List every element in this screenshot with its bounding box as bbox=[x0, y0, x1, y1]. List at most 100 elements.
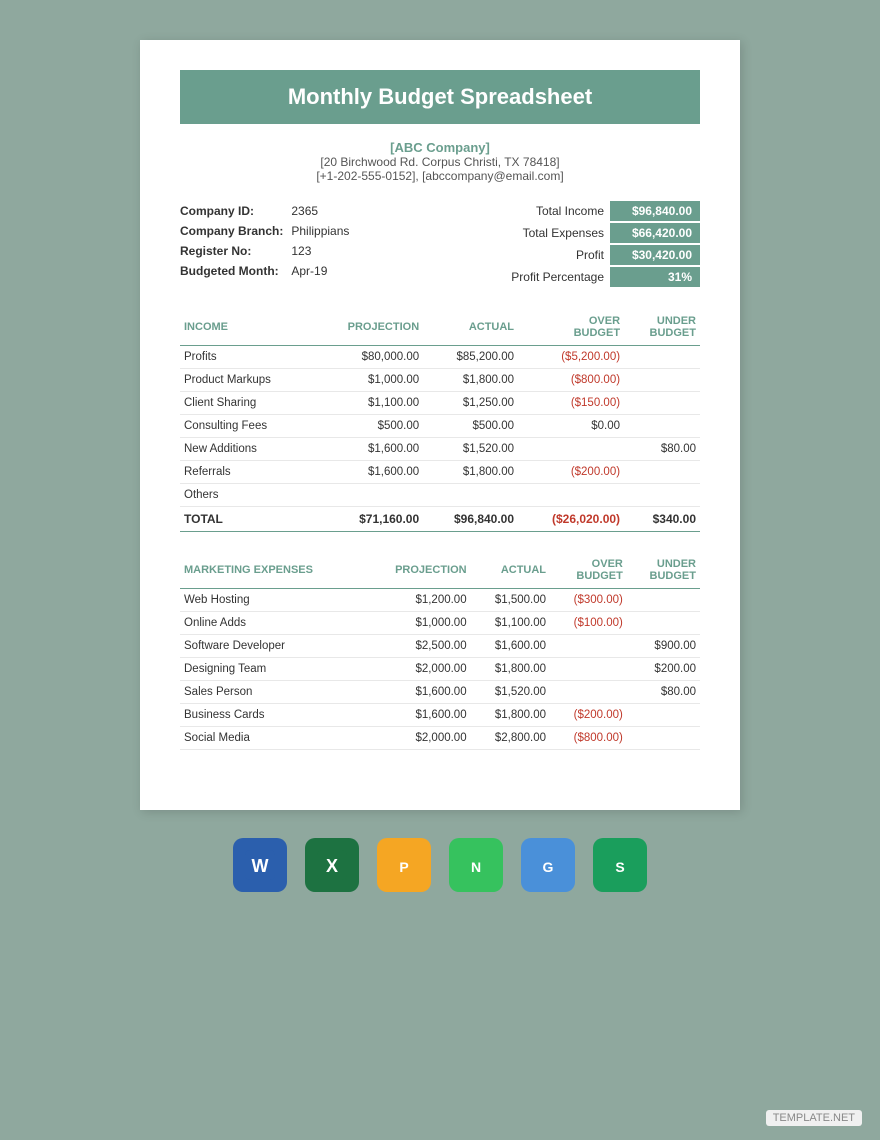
income-table-row: Client Sharing $1,100.00 $1,250.00 ($150… bbox=[180, 392, 700, 415]
profit-pct-value: 31% bbox=[610, 267, 700, 287]
income-table-row: Others bbox=[180, 484, 700, 507]
income-row-name: Product Markups bbox=[180, 369, 312, 392]
gdocs-icon[interactable]: G bbox=[521, 838, 575, 892]
svg-text:X: X bbox=[326, 856, 338, 876]
excel-icon[interactable]: X bbox=[305, 838, 359, 892]
pages-icon[interactable]: P bbox=[377, 838, 431, 892]
mkt-row-projection: $2,500.00 bbox=[364, 635, 471, 658]
mkt-row-name: Designing Team bbox=[180, 658, 364, 681]
income-row-over bbox=[518, 484, 624, 507]
mkt-row-name: Online Adds bbox=[180, 612, 364, 635]
income-row-under bbox=[624, 369, 700, 392]
marketing-table-row: Online Adds $1,000.00 $1,100.00 ($100.00… bbox=[180, 612, 700, 635]
total-expenses-row: Total Expenses $66,420.00 bbox=[523, 223, 700, 243]
income-row-over: $0.00 bbox=[518, 415, 624, 438]
mkt-row-name: Software Developer bbox=[180, 635, 364, 658]
marketing-table-row: Social Media $2,000.00 $2,800.00 ($800.0… bbox=[180, 727, 700, 750]
profit-label: Profit bbox=[576, 248, 604, 262]
income-row-projection: $1,000.00 bbox=[312, 369, 423, 392]
mkt-row-over: ($300.00) bbox=[550, 589, 627, 612]
income-row-projection: $1,100.00 bbox=[312, 392, 423, 415]
income-table-row: Referrals $1,600.00 $1,800.00 ($200.00) bbox=[180, 461, 700, 484]
income-table-row: New Additions $1,600.00 $1,520.00 $80.00 bbox=[180, 438, 700, 461]
register-no-value: 123 bbox=[291, 241, 357, 261]
mkt-row-actual: $1,500.00 bbox=[471, 589, 550, 612]
income-row-name: Client Sharing bbox=[180, 392, 312, 415]
profit-value: $30,420.00 bbox=[610, 245, 700, 265]
income-row-under bbox=[624, 346, 700, 369]
income-row-over bbox=[518, 438, 624, 461]
mkt-row-over: ($200.00) bbox=[550, 704, 627, 727]
company-details-left: Company ID: 2365 Company Branch: Philipp… bbox=[180, 201, 357, 287]
word-icon[interactable]: W bbox=[233, 838, 287, 892]
mkt-row-projection: $1,000.00 bbox=[364, 612, 471, 635]
summary-right: Total Income $96,840.00 Total Expenses $… bbox=[511, 201, 700, 287]
mkt-row-over: ($100.00) bbox=[550, 612, 627, 635]
total-income-row: Total Income $96,840.00 bbox=[536, 201, 700, 221]
mkt-row-projection: $2,000.00 bbox=[364, 727, 471, 750]
income-row-actual: $85,200.00 bbox=[423, 346, 518, 369]
mkt-projection-col-header: PROJECTION bbox=[364, 552, 471, 589]
income-row-actual: $1,520.00 bbox=[423, 438, 518, 461]
marketing-col-header: MARKETING EXPENSES bbox=[180, 552, 364, 589]
income-row-projection: $80,000.00 bbox=[312, 346, 423, 369]
mkt-row-actual: $1,520.00 bbox=[471, 681, 550, 704]
gsheets-icon[interactable]: S bbox=[593, 838, 647, 892]
projection-col-header: PROJECTION bbox=[312, 309, 423, 346]
over-budget-col-header: OVERBUDGET bbox=[518, 309, 624, 346]
mkt-row-under bbox=[627, 704, 700, 727]
income-row-projection: $1,600.00 bbox=[312, 461, 423, 484]
document-page: Monthly Budget Spreadsheet [ABC Company]… bbox=[140, 40, 740, 810]
marketing-table: MARKETING EXPENSES PROJECTION ACTUAL OVE… bbox=[180, 552, 700, 750]
total-income-value: $96,840.00 bbox=[610, 201, 700, 221]
mkt-row-over bbox=[550, 681, 627, 704]
numbers-icon[interactable]: N bbox=[449, 838, 503, 892]
income-total-actual: $96,840.00 bbox=[423, 507, 518, 532]
mkt-row-actual: $1,100.00 bbox=[471, 612, 550, 635]
svg-text:N: N bbox=[471, 859, 481, 875]
marketing-table-row: Sales Person $1,600.00 $1,520.00 $80.00 bbox=[180, 681, 700, 704]
income-row-projection bbox=[312, 484, 423, 507]
income-total-projection: $71,160.00 bbox=[312, 507, 423, 532]
mkt-row-name: Social Media bbox=[180, 727, 364, 750]
mkt-row-over: ($800.00) bbox=[550, 727, 627, 750]
income-row-projection: $500.00 bbox=[312, 415, 423, 438]
income-row-under: $80.00 bbox=[624, 438, 700, 461]
svg-text:S: S bbox=[615, 859, 624, 875]
svg-text:W: W bbox=[252, 856, 269, 876]
marketing-table-row: Designing Team $2,000.00 $1,800.00 $200.… bbox=[180, 658, 700, 681]
income-row-over: ($5,200.00) bbox=[518, 346, 624, 369]
mkt-row-name: Web Hosting bbox=[180, 589, 364, 612]
company-id-value: 2365 bbox=[291, 201, 357, 221]
mkt-row-actual: $2,800.00 bbox=[471, 727, 550, 750]
profit-row: Profit $30,420.00 bbox=[576, 245, 700, 265]
income-row-projection: $1,600.00 bbox=[312, 438, 423, 461]
mkt-row-under bbox=[627, 589, 700, 612]
mkt-row-projection: $2,000.00 bbox=[364, 658, 471, 681]
total-expenses-label: Total Expenses bbox=[523, 226, 604, 240]
company-contact: [+1-202-555-0152], [abccompany@email.com… bbox=[180, 169, 700, 183]
total-expenses-value: $66,420.00 bbox=[610, 223, 700, 243]
mkt-row-over bbox=[550, 658, 627, 681]
mkt-row-under bbox=[627, 612, 700, 635]
marketing-table-row: Software Developer $2,500.00 $1,600.00 $… bbox=[180, 635, 700, 658]
mkt-under-col-header: UNDERBUDGET bbox=[627, 552, 700, 589]
mkt-row-under: $80.00 bbox=[627, 681, 700, 704]
income-row-over: ($150.00) bbox=[518, 392, 624, 415]
income-table-row: Product Markups $1,000.00 $1,800.00 ($80… bbox=[180, 369, 700, 392]
document-title: Monthly Budget Spreadsheet bbox=[180, 70, 700, 124]
income-row-name: New Additions bbox=[180, 438, 312, 461]
mkt-row-projection: $1,200.00 bbox=[364, 589, 471, 612]
mkt-row-over bbox=[550, 635, 627, 658]
income-row-under bbox=[624, 392, 700, 415]
company-info: [ABC Company] [20 Birchwood Rd. Corpus C… bbox=[180, 140, 700, 183]
company-branch-value: Philippians bbox=[291, 221, 357, 241]
income-table-row: Consulting Fees $500.00 $500.00 $0.00 bbox=[180, 415, 700, 438]
income-row-under bbox=[624, 484, 700, 507]
income-row-under bbox=[624, 415, 700, 438]
company-branch-label: Company Branch: bbox=[180, 221, 291, 241]
company-name: [ABC Company] bbox=[180, 140, 700, 155]
app-icons-row: W X P N G S bbox=[233, 838, 647, 892]
income-row-actual bbox=[423, 484, 518, 507]
mkt-row-name: Sales Person bbox=[180, 681, 364, 704]
